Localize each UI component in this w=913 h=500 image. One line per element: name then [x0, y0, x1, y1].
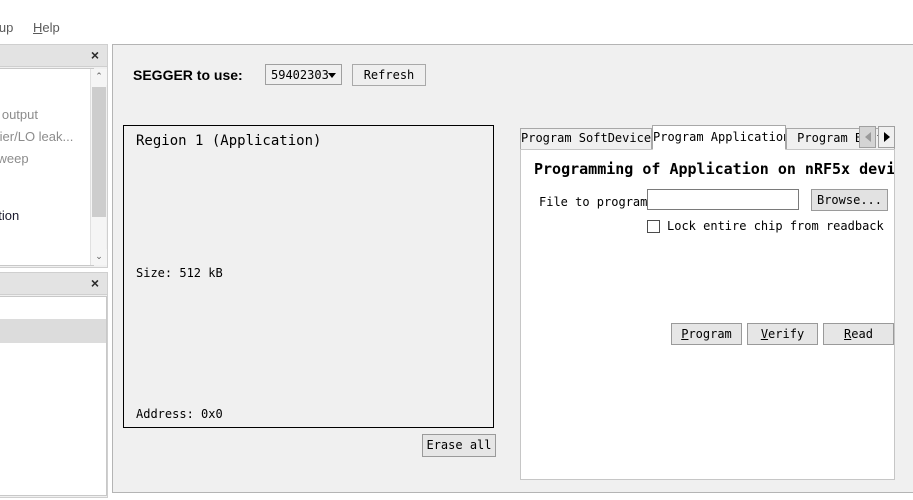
tab-strip: Program SoftDevice Program Application P…: [513, 125, 895, 149]
segger-select[interactable]: 59402303: [265, 64, 342, 85]
region-size: Size: 512 kB: [136, 266, 223, 280]
program-button[interactable]: Program: [671, 323, 742, 345]
right-triangle-icon: [884, 132, 890, 142]
list-item[interactable]: ation: [0, 208, 19, 223]
page-title: Programming of Application on nRF5x devi: [534, 160, 895, 178]
chevron-down-icon: [328, 73, 336, 78]
lock-chip-label: Lock entire chip from readback: [667, 219, 884, 233]
list-item-selected[interactable]: [0, 319, 106, 343]
file-to-program-label: File to program:: [539, 195, 655, 209]
tab-scroll-left-icon[interactable]: [859, 126, 876, 148]
list-item[interactable]: rrier/LO leak...: [0, 129, 73, 144]
menu-item-setup[interactable]: etup: [0, 20, 13, 35]
file-to-program-input[interactable]: [647, 189, 799, 210]
program-label-rest: rogram: [688, 327, 731, 341]
dock-panel-upper-titlebar: ×: [0, 45, 107, 67]
verify-button[interactable]: Verify: [747, 323, 818, 345]
list-item[interactable]: sweep: [0, 151, 29, 166]
dock-panel-lower-titlebar: ×: [0, 273, 107, 295]
segger-select-value: 59402303: [271, 68, 329, 82]
list-item[interactable]: e output: [0, 107, 38, 122]
browse-button[interactable]: Browse...: [811, 189, 888, 211]
erase-all-button[interactable]: Erase all: [422, 434, 496, 457]
tab-scroll-right-icon[interactable]: [878, 126, 895, 148]
tab-pane-program-application: Programming of Application on nRF5x devi…: [520, 149, 895, 480]
close-icon[interactable]: ×: [88, 275, 102, 291]
region-title: Region 1 (Application): [136, 133, 321, 149]
close-icon[interactable]: ×: [88, 47, 102, 63]
lock-chip-checkbox[interactable]: [647, 220, 660, 233]
segger-label: SEGGER to use:: [133, 67, 243, 83]
read-label-rest: ead: [851, 327, 873, 341]
tab-program-application[interactable]: Program Application: [652, 125, 786, 150]
menu-help-rest: elp: [42, 20, 59, 35]
dock-panel-upper: × e output rrier/LO leak... sweep ation …: [0, 44, 108, 268]
scroll-down-icon[interactable]: ⌄: [91, 249, 107, 265]
programming-tabs: Program SoftDevice Program Application P…: [513, 125, 895, 480]
menu-item-help[interactable]: Help: [33, 20, 60, 35]
menu-help-mnemonic: H: [33, 20, 42, 35]
dock-panel-upper-body: e output rrier/LO leak... sweep ation: [0, 68, 94, 266]
programmer-panel: SEGGER to use: 59402303 Refresh Region 1…: [112, 44, 913, 493]
left-triangle-icon: [865, 132, 871, 142]
dock-panel-lower: × ers: [0, 272, 108, 498]
dock-panel-upper-scrollbar[interactable]: ⌃ ⌄: [90, 69, 106, 265]
region-address: Address: 0x0: [136, 407, 223, 421]
scroll-up-icon[interactable]: ⌃: [91, 69, 107, 85]
memory-region-box[interactable]: Region 1 (Application) Size: 512 kB Addr…: [123, 125, 494, 428]
read-button[interactable]: Read: [823, 323, 894, 345]
verify-label-rest: erify: [768, 327, 804, 341]
scrollbar-thumb[interactable]: [92, 87, 106, 217]
verify-mnemonic: V: [761, 327, 768, 341]
tab-program-softdevice[interactable]: Program SoftDevice: [520, 128, 652, 149]
refresh-button[interactable]: Refresh: [352, 64, 426, 86]
dock-panel-lower-body: ers: [0, 296, 107, 496]
menu-bar: etup Help: [0, 18, 110, 40]
